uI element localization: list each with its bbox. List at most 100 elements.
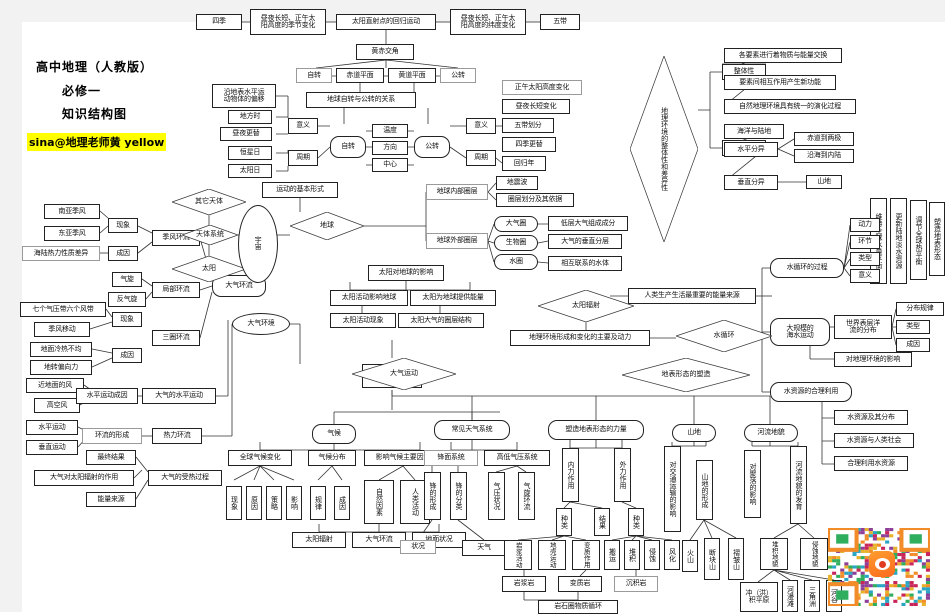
page-title: 高中地理（人教版） [36, 60, 154, 74]
map-node-n75: 水资源的合理利用 [770, 382, 852, 402]
map-node-n35: 地球外部圈层 [426, 233, 488, 249]
map-node-n114: 全球气候变化 [228, 450, 292, 466]
map-diamond-d6: 水循环 [676, 320, 772, 352]
map-node-n45: 太阳活动现象 [330, 313, 396, 328]
map-node-n48: 地理环境形成和变化的主要及动力 [510, 330, 650, 346]
map-node-n91: 地转偏向力 [30, 360, 92, 375]
map-node-n38: 水圈 [494, 254, 538, 270]
map-node-n131: 锋的分类 [450, 472, 467, 520]
map-diamond-d4: 地球 [290, 212, 364, 240]
map-node-n3: 太阳直射点的回归运动 [336, 14, 436, 30]
map-diamond-d2: 天体系统 [182, 225, 238, 245]
map-node-n22: 中心 [372, 158, 408, 172]
map-node-n32: 地球内部圈层 [426, 184, 488, 200]
map-node-n2: 昼夜长短、正午太 阳高度的季节变化 [250, 9, 326, 35]
map-node-n77: 水资源与人类社会 [834, 433, 914, 448]
map-node-n30: 回归年 [502, 156, 546, 171]
map-node-n58: 垂直分异 [724, 175, 778, 190]
map-node-n120: 影响 [286, 486, 302, 520]
map-node-n139: 结果 [594, 508, 610, 536]
map-node-n100: 水平运动成因 [76, 388, 138, 404]
map-node-n67: 类型 [850, 252, 880, 266]
map-node-n103: 热力环流 [152, 428, 202, 444]
map-node-n93: 成因 [112, 348, 142, 363]
map-node-n132: 气压状况 [488, 472, 505, 520]
map-node-n54: 海洋与陆地 [724, 124, 784, 139]
map-node-n21: 方向 [372, 141, 408, 155]
map-node-n152: 对交通运输的影响 [664, 446, 681, 532]
map-node-n34: 圈层划分及其依据 [496, 193, 574, 207]
map-node-n92: 现象 [112, 312, 142, 327]
map-node-n61: 更新陆地淡水资源 [890, 198, 907, 284]
map-node-n66: 环节 [850, 235, 880, 249]
map-node-n115: 气候分布 [308, 450, 356, 466]
map-node-n134: 状况 [400, 540, 436, 554]
map-node-n129: 高低气压系统 [484, 450, 550, 466]
map-node-n85: 气旋 [112, 272, 142, 287]
diamond-label: 天体系统 [196, 230, 224, 239]
map-node-n160: 侵蚀地貌 [800, 538, 828, 570]
map-node-n25: 周期 [466, 150, 496, 166]
map-node-n112: 山地 [672, 424, 716, 442]
map-diamond-d9: 地理环境的整体性和差异性 [630, 56, 698, 242]
map-node-n113: 河流地貌 [744, 424, 798, 442]
map-node-n29: 四季更替 [502, 137, 556, 152]
map-node-n117: 现象 [226, 486, 242, 520]
map-node-n157: 对聚落的影响 [744, 450, 761, 518]
map-node-n18: 周期 [288, 150, 318, 166]
diamond-label: 水循环 [713, 331, 735, 340]
map-node-n105: 大气对太阳辐射的作用 [34, 470, 134, 486]
map-node-n102: 环流的形成 [82, 428, 142, 444]
map-node-n87: 局部环流 [152, 282, 200, 298]
map-node-n118: 原因 [246, 486, 262, 520]
page-subtitle: 必修一 [62, 84, 102, 98]
map-node-n104: 最终结果 [86, 450, 136, 465]
map-node-n76: 水资源及其分布 [834, 410, 908, 425]
map-node-n161: 冲（洪） 积平原 [740, 582, 778, 612]
map-node-n89: 季风移动 [34, 322, 90, 337]
map-node-n137: 外力作用 [614, 448, 631, 502]
map-node-n101: 大气的水平运动 [142, 388, 216, 404]
map-node-n90: 地面冷热不均 [30, 342, 92, 357]
map-node-n52: 自然地理环境具有统一的演化过程 [724, 99, 856, 114]
map-node-n138: 种类 [556, 508, 572, 536]
map-node-n46: 太阳大气的圈层结构 [398, 313, 484, 328]
map-node-n122: 成因 [334, 486, 350, 520]
map-node-n154: 火山 [682, 540, 698, 572]
diamond-label: 地球 [320, 221, 334, 230]
diamond-label: 大气运动 [390, 369, 418, 378]
map-node-n70: 世界表层洋 流的分布 [834, 315, 892, 339]
map-node-n126: 大气环流 [352, 532, 406, 548]
map-node-n36: 大气圈 [494, 216, 538, 232]
map-node-n156: 褶皱山 [728, 538, 744, 580]
map-node-n20: 温度 [372, 124, 408, 138]
left-border-strip [0, 0, 22, 612]
map-node-n31: 运动的基本形式 [262, 182, 338, 198]
map-node-n82: 现象 [108, 218, 138, 233]
map-node-n158: 河流地貌的发育 [790, 446, 807, 524]
map-node-n123: 自然因素 [364, 480, 394, 524]
map-node-n106: 能量来源 [86, 492, 136, 507]
map-node-n64: 水循环的过程 [770, 258, 844, 278]
diamond-label: 太阳辐射 [572, 301, 600, 310]
map-node-n98: 水平运动 [26, 420, 78, 435]
map-node-n128: 锋面系统 [424, 450, 478, 466]
map-node-n133: 气旋环流 [518, 472, 535, 520]
map-node-n97: 高空风 [34, 398, 80, 413]
map-node-n19: 自转 [330, 136, 366, 158]
map-node-n37: 生物圈 [494, 235, 538, 251]
knowledge-map-canvas: 高中地理（人教版） 必修一 知识结构图 sina@地理老师黄 yellow 四季… [0, 0, 945, 614]
map-node-n51: 要素间相互作用产生新功能 [724, 75, 836, 90]
map-node-n148: 岩浆岩 [502, 576, 546, 592]
map-node-n136: 内力作用 [562, 448, 579, 502]
map-node-n73: 成因 [896, 338, 930, 352]
map-node-n141: 岩浆活动 [504, 540, 532, 570]
map-node-n79: 南亚季风 [44, 204, 100, 219]
map-node-n14: 昼夜更替 [220, 127, 272, 141]
map-node-n94: 三圈环流 [152, 330, 200, 346]
diamond-label: 其它天体 [195, 197, 223, 206]
map-node-n15: 恒星日 [228, 146, 272, 160]
map-node-n142: 地壳运动 [538, 540, 566, 570]
map-ellipse-e1: 宇 宙 [238, 205, 278, 283]
map-node-n162: 河漫滩 [782, 580, 798, 612]
